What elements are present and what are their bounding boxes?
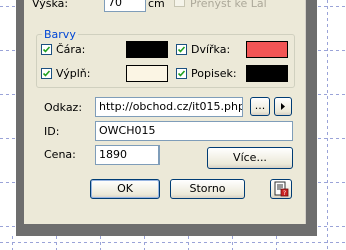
check-icon (42, 46, 51, 53)
fill-color-checkbox[interactable] (41, 68, 52, 79)
door-color-label: Dvířka: (191, 43, 231, 56)
fill-color-swatch[interactable] (126, 65, 168, 82)
check-icon (177, 70, 186, 77)
triangle-right-icon (281, 103, 285, 110)
price-input[interactable]: 1890 (95, 145, 160, 165)
height-unit: cm (148, 0, 165, 10)
check-icon (177, 46, 186, 53)
check-icon (42, 70, 51, 77)
door-color-swatch[interactable] (246, 41, 288, 58)
open-link-button[interactable] (274, 97, 292, 116)
browse-button[interactable]: ... (250, 97, 270, 116)
height-label: Výška: (32, 0, 69, 10)
caption-color-checkbox[interactable] (176, 68, 187, 79)
top-checkbox-label: Přenýst ke Lal (190, 0, 267, 10)
properties-dialog: Výška: 70 cm Přenýst ke Lal Barvy Čára: … (24, 0, 306, 224)
id-label: ID: (44, 125, 60, 138)
link-input[interactable]: http://obchod.cz/it015.php (95, 97, 243, 117)
ok-button[interactable]: OK (90, 179, 160, 199)
height-input[interactable]: 70 (104, 0, 146, 12)
dialog-shadow-right (305, 0, 317, 236)
help-button[interactable]: ? (270, 179, 292, 199)
page-help-icon: ? (274, 181, 289, 197)
line-color-swatch[interactable] (126, 41, 168, 58)
caption-color-label: Popisek: (191, 67, 237, 80)
id-input[interactable]: OWCH015 (95, 121, 293, 141)
line-color-label: Čára: (56, 43, 86, 56)
svg-text:?: ? (283, 190, 286, 197)
cancel-button[interactable]: Storno (170, 179, 245, 199)
caption-color-swatch[interactable] (246, 65, 288, 82)
line-color-checkbox[interactable] (41, 44, 52, 55)
colors-legend: Barvy (42, 28, 78, 41)
price-label: Cena: (44, 148, 76, 161)
top-checkbox[interactable] (174, 0, 185, 7)
dialog-shadow-bottom (16, 224, 317, 236)
link-label: Odkaz: (44, 101, 83, 114)
door-color-checkbox[interactable] (176, 44, 187, 55)
dialog-shadow-left (16, 0, 24, 236)
more-button[interactable]: Více... (207, 147, 293, 169)
fill-color-label: Výplň: (56, 67, 91, 80)
